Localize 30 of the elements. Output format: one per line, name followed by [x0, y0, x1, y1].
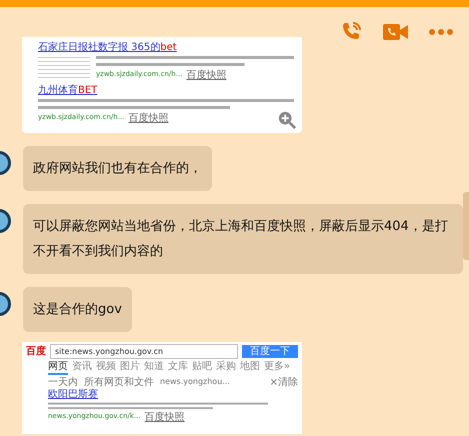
cache-link[interactable]: 百度快照	[144, 412, 185, 424]
search-tab[interactable]: 网页	[48, 361, 68, 375]
search-tab[interactable]: 贴吧	[192, 361, 212, 375]
search-tab[interactable]: 图片	[120, 361, 140, 375]
result-title[interactable]: 欧阳巴斯赛	[48, 389, 98, 401]
filter-dropdown[interactable]: news.yongzhou...	[160, 376, 230, 388]
cache-link[interactable]: 百度快照	[186, 70, 226, 81]
search-tab[interactable]: 地图	[240, 361, 260, 375]
message-bubble: 可以屏蔽您网站当地省份，北京上海和百度快照，屏蔽后显示404，是打不开看不到我们内容的	[23, 204, 463, 274]
search-tab[interactable]: 更多»	[264, 361, 290, 375]
clear-link[interactable]: ×清除	[270, 376, 298, 388]
search-field[interactable]: site:news.yongzhou.gov.cn	[50, 344, 238, 360]
search-button[interactable]: 百度一下	[242, 344, 298, 358]
filter-dropdown[interactable]: 所有网页和文件	[84, 376, 154, 388]
result-title[interactable]: 九州体育BET	[38, 85, 98, 96]
more-icon[interactable]	[429, 28, 453, 36]
zoom-in-icon[interactable]	[278, 111, 296, 129]
cache-link[interactable]: 百度快照	[128, 112, 168, 124]
search-tab[interactable]: 视频	[96, 361, 116, 375]
search-tab[interactable]: 文库	[168, 361, 188, 375]
filter-dropdown[interactable]: 一天内	[48, 376, 78, 388]
logo: 百度	[26, 346, 46, 358]
search-tab[interactable]: 知道	[144, 361, 164, 375]
message-bubble: 政府网站我们也有在合作的，	[23, 146, 212, 191]
search-tab[interactable]: 采购	[216, 361, 236, 375]
message-bubble: 这是合作的gov	[23, 287, 132, 332]
video-call-icon[interactable]	[383, 22, 409, 42]
scrollbar[interactable]	[463, 192, 469, 260]
search-tab[interactable]: 资讯	[72, 361, 92, 375]
result-title[interactable]: 石家庄日报社数字报 365的bet	[38, 42, 177, 54]
